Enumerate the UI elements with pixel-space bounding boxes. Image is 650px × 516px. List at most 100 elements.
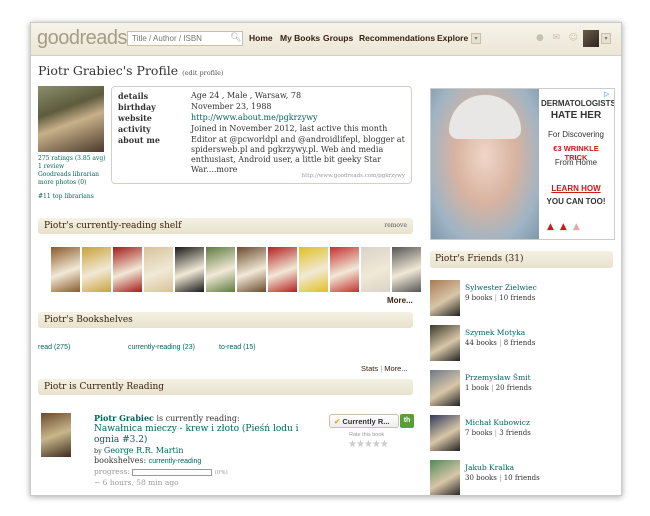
friend-avatar[interactable] xyxy=(430,370,460,406)
explore-dropdown-icon[interactable]: ▾ xyxy=(471,33,481,44)
book-cover-9[interactable] xyxy=(299,247,328,292)
search-input[interactable] xyxy=(127,31,243,46)
ratings-link[interactable]: 275 ratings (3.85 avg) xyxy=(38,155,112,163)
advertisement[interactable]: ▷ DERMATOLOGISTS HATE HER For Discoverin… xyxy=(430,88,615,240)
friends-title[interactable]: Piotr's Friends (31) xyxy=(435,254,524,264)
shelf-read-link[interactable]: read (275) xyxy=(38,344,70,351)
top-navigation-bar: goodreads 🔍︎ Home My Books Groups Recomm… xyxy=(31,23,621,56)
ad-line6: LEARN HOW xyxy=(551,184,601,193)
friend-name-link[interactable]: Przemysław Śmit xyxy=(465,373,531,382)
friend-name-link[interactable]: Jakub Kralka xyxy=(465,463,514,472)
profile-url[interactable]: http://www.goodreads.com/pgkrzywy xyxy=(302,173,405,179)
page-title: Piotr Grabiec's Profile (edit profile) xyxy=(38,63,223,78)
friend-name-link[interactable]: Michał Kubowicz xyxy=(465,418,530,427)
rating-stars[interactable]: ★★★★★ xyxy=(348,439,389,450)
currently-reading-title[interactable]: Piotr is Currently Reading xyxy=(44,382,164,392)
friend-avatar[interactable] xyxy=(430,415,460,451)
shelf-to-read-link[interactable]: to-read (15) xyxy=(219,344,256,351)
friend-books[interactable]: 7 books xyxy=(465,429,492,437)
friend-item: Michał Kubowicz 7 books | 3 friends xyxy=(430,415,613,455)
ad-info-icon[interactable]: ▷ xyxy=(604,90,612,98)
book-cover-8[interactable] xyxy=(268,247,297,292)
remove-link[interactable]: remove xyxy=(384,218,407,234)
separator: | xyxy=(496,474,504,482)
book-cover-12[interactable] xyxy=(392,247,421,292)
stats-link[interactable]: Stats xyxy=(361,364,378,373)
browser-window: goodreads 🔍︎ Home My Books Groups Recomm… xyxy=(30,22,622,496)
activity-value: Joined in November 2012, last active thi… xyxy=(191,124,388,133)
shelf-currently-reading-link[interactable]: currently-reading (23) xyxy=(128,344,195,351)
reader-name-link[interactable]: Piotr Grabiec xyxy=(94,413,154,423)
edit-profile-link[interactable]: (edit profile) xyxy=(182,69,223,77)
book-cover-1[interactable] xyxy=(51,247,80,292)
activity-label: activity xyxy=(118,124,151,134)
rate-this-book-label: Rate this book xyxy=(349,432,385,438)
ad-image xyxy=(431,89,539,239)
book-cover-3[interactable] xyxy=(113,247,142,292)
messages-icon[interactable]: ✉ xyxy=(552,33,560,43)
more-photos-link[interactable]: more photos (0) xyxy=(38,179,112,187)
book-title-link[interactable]: Nawałnica mieczy - krew i złoto (Pieśń l… xyxy=(94,424,320,446)
about-me-value: Editor at @pcworldpl and @androidlifepl,… xyxy=(191,135,405,174)
currently-reading-button-label: Currently R... xyxy=(342,417,390,426)
shelf-dropdown-button[interactable]: th xyxy=(400,414,414,428)
currently-reading-shelf-header: Piotr's currently-reading shelf remove xyxy=(38,218,413,234)
friends-header: Piotr's Friends (31) xyxy=(430,251,613,268)
shelf-title[interactable]: Piotr's currently-reading shelf xyxy=(44,221,181,231)
friend-item: Przemysław Śmit 1 book | 20 friends xyxy=(430,370,613,410)
friend-avatar[interactable] xyxy=(430,280,460,316)
friend-books[interactable]: 44 books xyxy=(465,339,497,347)
search-icon[interactable]: 🔍︎ xyxy=(230,33,241,43)
separator: | xyxy=(496,339,504,347)
user-avatar[interactable] xyxy=(583,30,599,47)
profile-photo[interactable] xyxy=(38,86,104,152)
profile-details-box: details Age 24 , Male , Warsaw, 78 birthd… xyxy=(111,86,412,184)
friend-friends-count[interactable]: 10 friends xyxy=(499,294,535,302)
friend-books[interactable]: 1 book xyxy=(465,384,489,392)
book-cover-5[interactable] xyxy=(175,247,204,292)
nav-groups[interactable]: Groups xyxy=(323,33,353,43)
friend-friends-count[interactable]: 20 friends xyxy=(496,384,532,392)
bookshelves-title[interactable]: Piotr's Bookshelves xyxy=(44,315,133,325)
book-cover-6[interactable] xyxy=(206,247,235,292)
ad-line2: HATE HER xyxy=(550,110,602,121)
updated-time: ~ 6 hours, 58 min ago xyxy=(94,478,179,487)
friends-icon[interactable]: ☺ xyxy=(569,33,578,43)
ad-arrows: ▲▲▲ xyxy=(547,222,586,232)
friend-friends-count[interactable]: 3 friends xyxy=(499,429,531,437)
shelf-more-link[interactable]: More... xyxy=(387,296,413,305)
reviews-link[interactable]: 1 review xyxy=(38,163,112,171)
book-cover-11[interactable] xyxy=(361,247,390,292)
website-link[interactable]: http://www.about.me/pgkrzywy xyxy=(191,113,409,123)
bookshelf-link[interactable]: currently-reading xyxy=(149,458,202,465)
bookshelves-more-link[interactable]: More... xyxy=(384,364,407,373)
top-librarians-link[interactable]: #11 top librarians xyxy=(38,193,112,201)
nav-home[interactable]: Home xyxy=(249,33,273,43)
profile-menu-icon[interactable]: ▾ xyxy=(601,33,611,44)
friend-name-link[interactable]: Sylwester Zielwiec xyxy=(465,283,537,292)
book-cover-10[interactable] xyxy=(330,247,359,292)
nav-my-books[interactable]: My Books xyxy=(280,33,320,43)
notifications-icon[interactable]: ● xyxy=(536,33,544,43)
goodreads-logo[interactable]: goodreads xyxy=(37,27,128,50)
book-cover-2[interactable] xyxy=(82,247,111,292)
friend-avatar[interactable] xyxy=(430,325,460,361)
book-cover-4[interactable] xyxy=(144,247,173,292)
nav-explore[interactable]: Explore xyxy=(437,33,468,43)
friend-books[interactable]: 30 books xyxy=(465,474,497,482)
librarian-link[interactable]: Goodreads librarian xyxy=(38,171,112,179)
friend-friends-count[interactable]: 10 friends xyxy=(504,474,540,482)
ad-line5: From Home xyxy=(554,158,598,167)
author-link[interactable]: George R.R. Martin xyxy=(104,446,184,455)
friend-friends-count[interactable]: 8 friends xyxy=(504,339,536,347)
currently-reading-header: Piotr is Currently Reading xyxy=(38,379,413,395)
friend-avatar[interactable] xyxy=(430,460,460,495)
currently-reading-button[interactable]: ✔ Currently R... xyxy=(329,414,399,428)
friend-name-link[interactable]: Szymek Motyka xyxy=(465,328,525,337)
book-cover-7[interactable] xyxy=(237,247,266,292)
profile-name: Piotr Grabiec's Profile xyxy=(38,63,179,78)
friend-books[interactable]: 9 books xyxy=(465,294,492,302)
nav-recommendations[interactable]: Recommendations xyxy=(359,33,435,43)
book-cover[interactable] xyxy=(41,413,71,457)
check-icon: ✔ xyxy=(334,417,341,426)
